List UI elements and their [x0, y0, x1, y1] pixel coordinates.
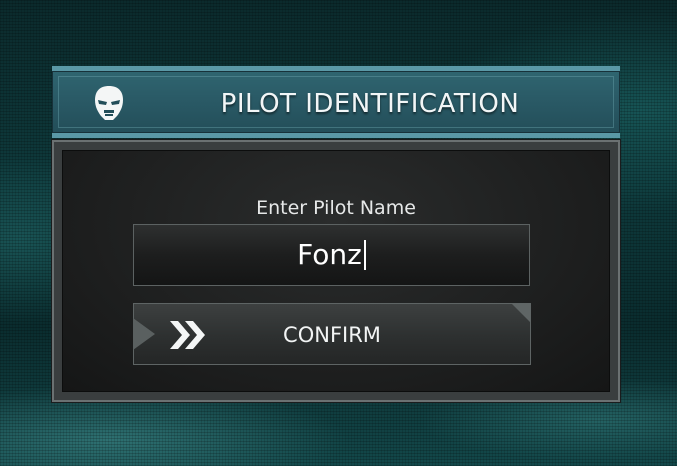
- text-caret: [363, 240, 366, 270]
- dialog-title: PILOT IDENTIFICATION: [220, 89, 520, 119]
- confirm-button-label: CONFIRM: [283, 323, 381, 347]
- pilot-name-input[interactable]: Fonz: [133, 224, 530, 286]
- confirm-button[interactable]: CONFIRM: [133, 303, 531, 365]
- pilot-name-value: Fonz: [297, 238, 362, 271]
- dialog-header: PILOT IDENTIFICATION: [52, 66, 620, 138]
- pilot-name-label: Enter Pilot Name: [256, 197, 416, 219]
- button-corner-accent-right: [511, 303, 531, 323]
